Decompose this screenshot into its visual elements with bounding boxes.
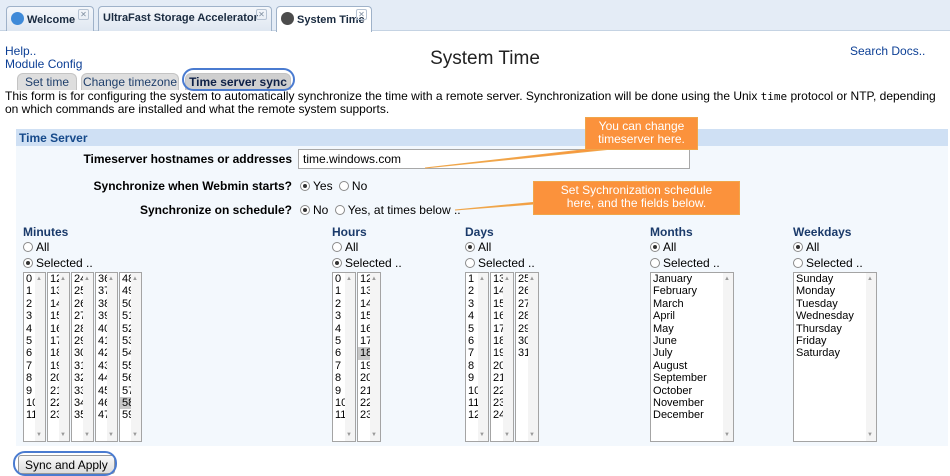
minutes-selected-radio[interactable] — [23, 258, 33, 268]
days-list-3[interactable]: 25 26 27 28 29 30 31 — [515, 272, 539, 442]
scrollbar[interactable] — [503, 273, 513, 441]
hours-all-radio[interactable] — [332, 242, 342, 252]
months-list[interactable]: January February March April May June July Augu… — [650, 272, 734, 442]
list-option[interactable]: February — [651, 285, 733, 297]
hours-list-1[interactable]: 0 1 2 3 4 5 6 7 8 9 10 11 — [332, 272, 356, 442]
months-selected-radio[interactable] — [650, 258, 660, 268]
weekdays-all-radio[interactable] — [793, 242, 803, 252]
radio-label: All — [806, 240, 820, 254]
list-option[interactable]: September — [651, 372, 733, 384]
scrollbar[interactable] — [866, 273, 876, 441]
days-all-radio[interactable] — [465, 242, 475, 252]
scrollbar[interactable] — [723, 273, 733, 441]
callout-schedule: Set Sychronization schedule here, and the… — [533, 181, 740, 215]
list-option[interactable]: Monday — [794, 285, 876, 297]
callout-pointer-timeserver — [424, 148, 613, 169]
weekdays-selected-option[interactable]: Selected .. — [793, 256, 863, 270]
callout-timeserver: You can change timeserver here. — [585, 117, 698, 150]
hours-selected-radio[interactable] — [332, 258, 342, 268]
radio-label: Selected .. — [663, 256, 720, 270]
radio-label: All — [663, 240, 677, 254]
list-option[interactable]: January — [651, 273, 733, 285]
scrollbar[interactable] — [107, 273, 117, 441]
minutes-list-1[interactable]: 0 1 2 3 4 5 6 7 8 9 10 11 — [23, 272, 46, 442]
list-option[interactable]: May — [651, 323, 733, 335]
list-option[interactable]: Tuesday — [794, 298, 876, 310]
months-selected-option[interactable]: Selected .. — [650, 256, 720, 270]
scrollbar[interactable] — [345, 273, 355, 441]
months-all-option[interactable]: All — [650, 240, 676, 254]
minutes-selected-option[interactable]: Selected .. — [23, 256, 93, 270]
days-all-option[interactable]: All — [465, 240, 491, 254]
days-list-1[interactable]: 1 2 3 4 5 6 7 8 9 10 11 12 — [465, 272, 489, 442]
list-option[interactable]: July — [651, 347, 733, 359]
list-option[interactable]: Wednesday — [794, 310, 876, 322]
list-option[interactable]: Friday — [794, 335, 876, 347]
list-option[interactable]: April — [651, 310, 733, 322]
minutes-list-4[interactable]: 36 37 38 39 40 41 42 43 44 45 46 47 — [95, 272, 118, 442]
weekdays-all-option[interactable]: All — [793, 240, 819, 254]
minutes-header: Minutes — [23, 225, 69, 239]
days-selected-radio[interactable] — [465, 258, 475, 268]
list-option[interactable]: August — [651, 360, 733, 372]
list-option[interactable]: March — [651, 298, 733, 310]
scrollbar[interactable] — [478, 273, 488, 441]
sync-button-highlight — [13, 451, 117, 476]
months-header: Months — [650, 225, 693, 239]
weekdays-header: Weekdays — [793, 225, 852, 239]
scrollbar[interactable] — [83, 273, 93, 441]
list-option[interactable]: November — [651, 397, 733, 409]
list-option[interactable]: June — [651, 335, 733, 347]
days-selected-option[interactable]: Selected .. — [465, 256, 535, 270]
minutes-all-radio[interactable] — [23, 242, 33, 252]
scrollbar[interactable] — [370, 273, 380, 441]
radio-label: Selected .. — [36, 256, 93, 270]
minutes-list-3[interactable]: 24 25 26 27 28 29 30 31 32 33 34 35 — [71, 272, 94, 442]
weekdays-list[interactable]: Sunday Monday Tuesday Wednesday Thursday Frid… — [793, 272, 877, 442]
scrollbar[interactable] — [131, 273, 141, 441]
radio-label: All — [36, 240, 50, 254]
hours-header: Hours — [332, 225, 367, 239]
days-list-2[interactable]: 13 14 15 16 17 18 19 20 21 22 23 24 — [490, 272, 514, 442]
scrollbar[interactable] — [528, 273, 538, 441]
minutes-all-option[interactable]: All — [23, 240, 49, 254]
weekdays-selected-radio[interactable] — [793, 258, 803, 268]
radio-label: Selected .. — [806, 256, 863, 270]
radio-label: Selected .. — [478, 256, 535, 270]
hours-list-2[interactable]: 12 13 14 15 16 17 18 19 20 21 22 23 — [357, 272, 381, 442]
radio-label: All — [478, 240, 492, 254]
scrollbar[interactable] — [59, 273, 69, 441]
minutes-list-5[interactable]: 48 49 50 51 52 53 54 55 56 57 58 59 — [119, 272, 142, 442]
list-option[interactable]: Saturday — [794, 347, 876, 359]
hours-selected-option[interactable]: Selected .. — [332, 256, 402, 270]
scrollbar[interactable] — [35, 273, 45, 441]
minutes-list-2[interactable]: 12 13 14 15 16 17 18 19 20 21 22 23 — [47, 272, 70, 442]
hours-all-option[interactable]: All — [332, 240, 358, 254]
months-all-radio[interactable] — [650, 242, 660, 252]
radio-label: All — [345, 240, 359, 254]
list-option[interactable]: October — [651, 385, 733, 397]
radio-label: Selected .. — [345, 256, 402, 270]
list-option[interactable]: Thursday — [794, 323, 876, 335]
list-option[interactable]: December — [651, 409, 733, 421]
list-option[interactable]: Sunday — [794, 273, 876, 285]
days-header: Days — [465, 225, 494, 239]
